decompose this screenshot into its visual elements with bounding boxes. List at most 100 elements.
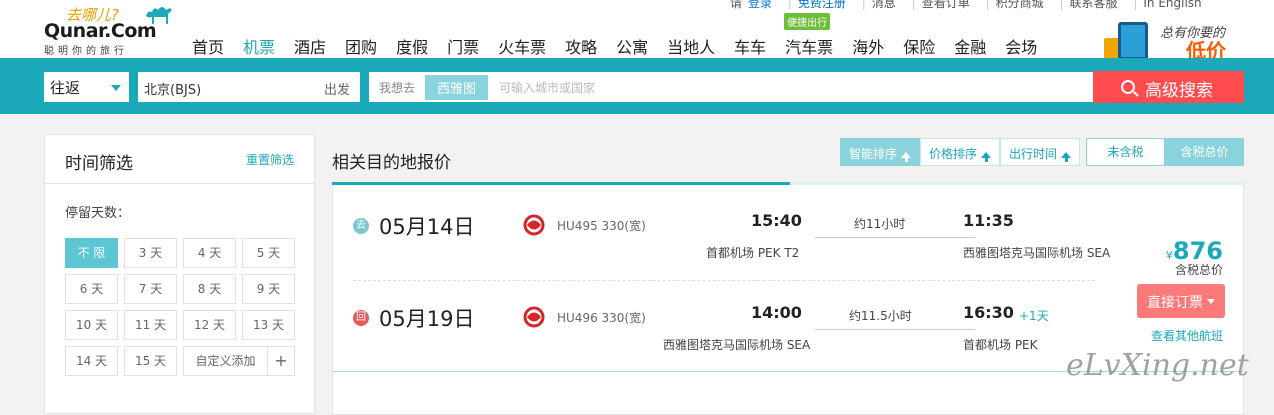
outbound-arr-airport: 西雅图塔克马国际机场 SEA: [963, 246, 1111, 260]
nav-item-groupbuy[interactable]: 团购: [345, 34, 377, 58]
outbound-leg: 去 05月14日 HU495 330(宽) 15:40 约11小时 11:35 …: [333, 185, 1133, 277]
logo-slogan: 聪明你的旅行: [44, 46, 128, 57]
nav-item-finance[interactable]: 金融: [954, 34, 986, 58]
price-block: ¥876 含税总价: [1166, 237, 1223, 278]
tax-included-button[interactable]: 含税总价: [1165, 138, 1244, 166]
nav-item-guides[interactable]: 攻略: [565, 34, 597, 58]
trip-type-select[interactable]: 往返: [44, 72, 129, 102]
outbound-icon: 去: [353, 218, 369, 234]
outbound-dep-airport: 首都机场 PEK T2: [706, 246, 800, 260]
nav-item-home[interactable]: 首页: [192, 34, 224, 58]
day-option-9[interactable]: 9 天: [242, 274, 295, 304]
sort-price-label: 价格排序: [929, 147, 978, 161]
orders-link[interactable]: 查看订单: [922, 0, 970, 10]
day-option-6[interactable]: 6 天: [65, 274, 118, 304]
watermark: eLvXing.net: [1066, 348, 1249, 383]
reset-filter-link[interactable]: 重置筛选: [246, 151, 294, 168]
price-currency: ¥: [1165, 249, 1173, 262]
to-prefix: 我想去: [379, 81, 416, 95]
nav-item-bus[interactable]: 便捷出行 汽车票: [784, 13, 834, 58]
tax-toggle: 未含税 含税总价: [1086, 138, 1244, 166]
inbound-flight-no: HU496 330(宽): [557, 311, 646, 325]
outbound-flight-no: HU495 330(宽): [557, 219, 646, 233]
qunar-logo[interactable]: 去哪儿? Qunar.Com 聪明你的旅行: [44, 2, 176, 57]
sort-time-label: 出行时间: [1009, 147, 1058, 161]
filter-title: 时间筛选: [65, 154, 133, 174]
outbound-route-line: [815, 237, 975, 238]
outbound-duration: 约11小时: [854, 217, 906, 231]
nav-item-apartments[interactable]: 公寓: [616, 34, 648, 58]
day-option-14[interactable]: 14 天: [65, 346, 118, 376]
day-option-3[interactable]: 3 天: [124, 238, 177, 268]
book-now-label: 直接订票: [1147, 295, 1203, 311]
advanced-search-label: 高级搜索: [1145, 81, 1213, 101]
from-city-input[interactable]: 北京(BJS) 出发: [138, 72, 360, 102]
english-link[interactable]: In English: [1143, 0, 1201, 10]
messages-link[interactable]: 消息: [872, 0, 896, 10]
hainan-airlines-icon: [523, 214, 545, 236]
nav-item-cars[interactable]: 车车: [734, 34, 766, 58]
sort-smart-button[interactable]: 智能排序: [840, 138, 921, 166]
day-option-8[interactable]: 8 天: [183, 274, 236, 304]
phone-icon: [1118, 22, 1148, 60]
nav-item-flights[interactable]: 机票: [243, 34, 275, 58]
nav-item-locals[interactable]: 当地人: [667, 34, 715, 58]
nav-item-venue[interactable]: 会场: [1005, 34, 1037, 58]
plus-icon[interactable]: +: [267, 346, 295, 376]
inbound-arr-time: 16:30: [963, 303, 1014, 322]
day-option-12[interactable]: 12 天: [183, 310, 236, 340]
inbound-dep-time: 14:00: [751, 303, 802, 322]
nav-item-overseas[interactable]: 海外: [852, 34, 884, 58]
nav-item-insurance[interactable]: 保险: [903, 34, 935, 58]
arrow-up-icon: [1061, 151, 1072, 158]
divider: [45, 183, 314, 184]
day-option-11[interactable]: 11 天: [124, 310, 177, 340]
nav-badge: 便捷出行: [784, 13, 831, 30]
custom-add-button[interactable]: 自定义添加: [183, 346, 268, 376]
day-option-10[interactable]: 10 天: [65, 310, 118, 340]
book-now-button[interactable]: 直接订票: [1137, 284, 1225, 318]
app-promo-banner[interactable]: 总有你要的 低价: [1104, 14, 1254, 63]
destination-input[interactable]: 我想去 西雅图 可输入城市或国家: [369, 72, 1093, 102]
day-option-15[interactable]: 15 天: [124, 346, 177, 376]
inbound-leg: 回 05月19日 HU496 330(宽) 14:00 约11.5小时 16:3…: [333, 277, 1133, 369]
search-icon: [1121, 80, 1135, 94]
arrow-up-icon: [981, 151, 992, 158]
advanced-search-button[interactable]: 高级搜索: [1093, 71, 1244, 103]
trip-type-value: 往返: [50, 79, 81, 97]
next-day-badge: +1天: [1019, 309, 1049, 323]
outbound-date: 05月14日: [379, 215, 475, 239]
top-header: 请登录 | 免费注册 | 消息 | 查看订单 | 积分商城 | 联系客服 | In Engl…: [0, 0, 1274, 63]
nav-item-bus-label: 汽车票: [785, 38, 834, 57]
tax-excluded-button[interactable]: 未含税: [1086, 138, 1165, 166]
please-text: 请: [730, 0, 743, 10]
destination-placeholder: 可输入城市或国家: [499, 81, 596, 95]
nav-item-vacation[interactable]: 度假: [396, 34, 428, 58]
inbound-icon: 回: [353, 310, 369, 326]
day-option-5[interactable]: 5 天: [242, 238, 295, 268]
inbound-date: 05月19日: [379, 307, 475, 331]
nav-item-tickets[interactable]: 门票: [447, 34, 479, 58]
nav-item-hotels[interactable]: 酒店: [294, 34, 326, 58]
other-flights-link[interactable]: 查看其他航班: [1151, 327, 1223, 344]
hainan-airlines-icon: [523, 306, 545, 328]
day-option-13[interactable]: 13 天: [242, 310, 295, 340]
nav-item-train[interactable]: 火车票: [498, 34, 546, 58]
contact-link[interactable]: 联系客服: [1069, 0, 1117, 10]
outbound-arr-time: 11:35: [963, 211, 1014, 230]
day-option-4[interactable]: 4 天: [183, 238, 236, 268]
sort-time-button[interactable]: 出行时间: [1000, 138, 1081, 166]
destination-tag[interactable]: 西雅图: [425, 75, 489, 100]
day-option-7[interactable]: 7 天: [124, 274, 177, 304]
login-link[interactable]: 登录: [748, 0, 772, 10]
points-mall-link[interactable]: 积分商城: [996, 0, 1044, 10]
arrow-up-icon: [901, 151, 912, 158]
day-option-any[interactable]: 不 限: [65, 238, 118, 268]
sort-price-button[interactable]: 价格排序: [920, 138, 1001, 166]
from-city-value: 北京(BJS): [144, 83, 202, 98]
price-note: 含税总价: [1174, 263, 1223, 277]
results-title: 相关目的地报价: [332, 153, 451, 173]
inbound-arr-airport: 首都机场 PEK: [963, 338, 1038, 352]
time-filter-panel: 时间筛选 重置筛选 停留天数： 不 限 3 天 4 天 5 天 6 天 7 天 …: [44, 134, 315, 414]
register-link[interactable]: 免费注册: [798, 0, 846, 10]
